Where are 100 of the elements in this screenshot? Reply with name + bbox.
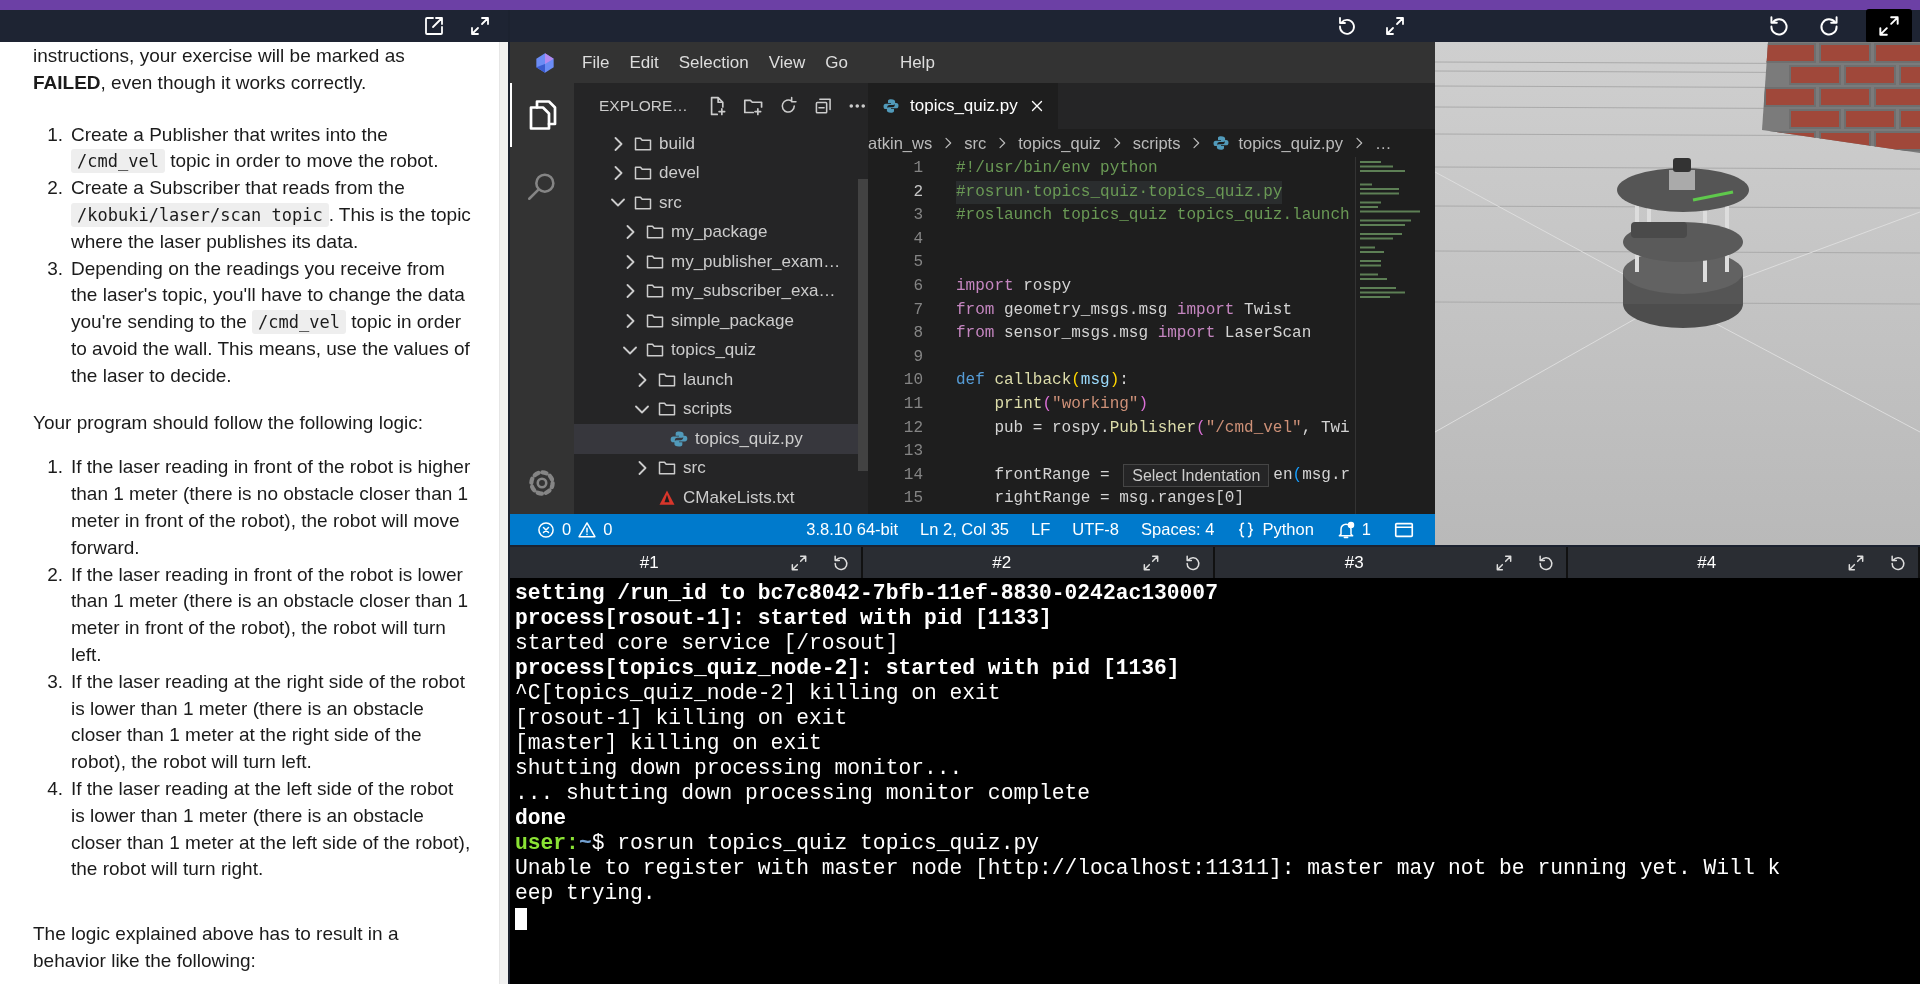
file-tree-item[interactable]: src xyxy=(574,188,858,218)
menu-item[interactable]: Edit xyxy=(619,52,669,73)
code-line: rightRange = msg.ranges[0] xyxy=(993,488,1245,510)
file-tree-item[interactable]: my_package xyxy=(574,217,858,247)
line-number: 5 xyxy=(912,252,923,274)
terminal-line: [rosout-1] killing on exit xyxy=(515,706,848,731)
chevron-down-icon xyxy=(635,404,649,414)
problems-indicator[interactable]: 0 0 xyxy=(536,519,613,540)
terminal-line: ... shutting down processing monitor complete xyxy=(515,781,1091,806)
file-tree-item[interactable]: my_subscriber_exa… xyxy=(574,276,858,306)
list-item-text: If the laser reading at the right side of the robot is lower than 1 meter (there is an obstacle closer than 1 meter at the right side of the robot), the robot will turn left. xyxy=(71,669,466,775)
expand-icon[interactable] xyxy=(1876,13,1902,39)
line-number: 15 xyxy=(902,488,923,510)
chevron-right-icon xyxy=(625,225,635,240)
status-item[interactable]: LF xyxy=(1031,520,1051,539)
code-line: en(msg.r xyxy=(1273,464,1351,486)
instruction-text: instructions, your exercise will be marked as FAILED, even though it works correctly. xyxy=(33,44,406,95)
menu-item[interactable]: Go xyxy=(815,52,858,73)
file-tree-item[interactable]: scripts xyxy=(574,394,858,424)
terminal-line: shutting down processing monitor... xyxy=(515,756,963,781)
file-tree-item[interactable]: build xyxy=(574,129,858,159)
menu-item[interactable]: View xyxy=(758,52,816,73)
list-number: 2. xyxy=(46,176,63,201)
file-tree-item[interactable]: topics_quiz.py xyxy=(574,424,858,454)
chevron-right-icon xyxy=(637,461,647,476)
breadcrumb-more[interactable]: … xyxy=(1375,133,1392,153)
list-number: 1. xyxy=(46,122,63,147)
terminal-line: [master] killing on exit xyxy=(515,731,822,756)
code-line: #roslaunch topics_quiz topics_quiz.launch xyxy=(956,205,1350,227)
chevron-right-icon xyxy=(613,166,623,181)
expand-icon[interactable] xyxy=(1383,14,1407,38)
collapse-all-icon[interactable] xyxy=(813,95,834,117)
file-tree-item[interactable]: src xyxy=(574,453,858,483)
terminal-line: started core service [/rosout] xyxy=(515,631,899,656)
list-number: 4. xyxy=(46,776,63,801)
chevron-down-icon xyxy=(623,345,637,355)
line-number: 10 xyxy=(902,370,923,392)
status-item[interactable]: 3.8.10 64-bit xyxy=(806,520,899,539)
chevron-down-icon xyxy=(611,198,625,208)
paragraph-text: The logic explained above has to result in a behavior like the following: xyxy=(33,922,400,973)
list-item-text: If the laser reading in front of the robot is lower than 1 meter (there is an obstacle closer than 1 meter in front of the robot), the robot will turn left. xyxy=(71,562,470,667)
list-item-text: Create a Subscriber that reads from the /kobuki/laser/scan topic . This is the topic where the laser publishes its data. xyxy=(71,176,471,254)
status-item[interactable]: Ln 2, Col 35 xyxy=(920,520,1010,539)
file-tree-item[interactable]: simple_package xyxy=(574,306,858,336)
code-line: print("working") xyxy=(993,393,1149,415)
terminal-line: eep trying. xyxy=(515,881,656,906)
line-number: 2 xyxy=(912,181,923,203)
list-number: 3. xyxy=(46,669,63,694)
file-tree-item[interactable]: launch xyxy=(574,365,858,395)
expand-icon[interactable] xyxy=(468,14,492,38)
code-line: from sensor_msgs.msg import LaserScan xyxy=(956,323,1312,345)
terminal-line: user:~$ rosrun topics_quiz topics_quiz.py xyxy=(515,831,1039,856)
line-number: 4 xyxy=(912,228,923,250)
breadcrumb-item[interactable]: topics_quiz.py xyxy=(1238,133,1343,153)
breadcrumb-item[interactable]: scripts xyxy=(1132,133,1181,153)
list-item-text: If the laser reading at the left side of the robot is lower than 1 meter (there is an obstacle closer than 1 meter at the left side of the robot), the robot will turn right. xyxy=(71,776,471,882)
line-number: 12 xyxy=(902,417,923,439)
file-tree-item[interactable]: devel xyxy=(574,158,858,188)
menu-item[interactable]: Selection xyxy=(668,52,759,73)
terminal-cursor xyxy=(515,908,527,930)
menu-item[interactable]: Help xyxy=(889,52,945,73)
chevron-right-icon xyxy=(625,284,635,299)
notifications-indicator[interactable]: 1 xyxy=(1335,519,1371,540)
line-number: 11 xyxy=(902,393,923,415)
chevron-right-icon xyxy=(625,254,635,269)
list-item-text: Depending on the readings you receive from the laser's topic, you'll have to change the data you're sending to the /cmd_vel topic in order to avoid the wall. This means, use the values of the laser to decide. xyxy=(71,256,471,388)
external-link-icon[interactable] xyxy=(422,14,446,38)
terminal-line: Unable to register with master node [http://localhost:11311]: master may not be running yet. Will k xyxy=(515,856,1781,881)
breadcrumb-item[interactable]: topics_quiz xyxy=(1018,133,1101,153)
tooltip: Select Indentation xyxy=(1123,463,1270,488)
status-item[interactable]: UTF-8 xyxy=(1072,520,1120,539)
file-tree-item[interactable]: topics_quiz xyxy=(574,335,858,365)
terminal-line: done xyxy=(515,806,567,831)
file-tree-item[interactable]: CMakeLists.txt xyxy=(574,483,858,513)
breadcrumb-item[interactable]: atkin_ws xyxy=(868,133,933,153)
file-tree-item[interactable]: my_publisher_exam… xyxy=(574,247,858,277)
menu-item[interactable]: File xyxy=(572,52,620,73)
list-item-text: Create a Publisher that writes into the /cmd_vel topic in order to move the robot. xyxy=(71,122,440,176)
line-number: 9 xyxy=(912,346,923,368)
terminal-line: process[rosout-1]: started with pid [1133] xyxy=(515,606,1052,631)
python-file-icon xyxy=(1212,134,1231,152)
language-indicator[interactable]: Python xyxy=(1236,519,1314,540)
status-item[interactable]: Spaces: 4 xyxy=(1141,520,1215,539)
editor-tab[interactable]: topics_quiz.py xyxy=(868,83,1058,129)
breadcrumb-item[interactable]: src xyxy=(964,133,987,153)
chevron-right-icon xyxy=(613,136,623,151)
code-line: #!/usr/bin/env python xyxy=(956,158,1158,179)
list-number: 2. xyxy=(46,562,63,587)
warning-icon xyxy=(577,519,598,540)
list-item-text: If the laser reading in front of the robot is higher than 1 meter (there is no obstacle closer than 1 meter in front of the robot), the robot will move forward. xyxy=(71,455,471,560)
code-line: pub = rospy.Publisher("/cmd_vel", Twi xyxy=(993,417,1350,439)
scrollbar[interactable] xyxy=(499,42,508,984)
line-number: 1 xyxy=(912,158,923,179)
code-line: frontRange = xyxy=(993,464,1111,486)
line-number: 7 xyxy=(912,299,923,321)
python-file-icon xyxy=(882,97,900,115)
line-number: 13 xyxy=(902,441,923,463)
scrollbar[interactable] xyxy=(858,179,868,471)
explorer-title: EXPLORE… xyxy=(599,97,688,115)
paragraph-text: Your program should follow the following logic: xyxy=(33,410,425,435)
